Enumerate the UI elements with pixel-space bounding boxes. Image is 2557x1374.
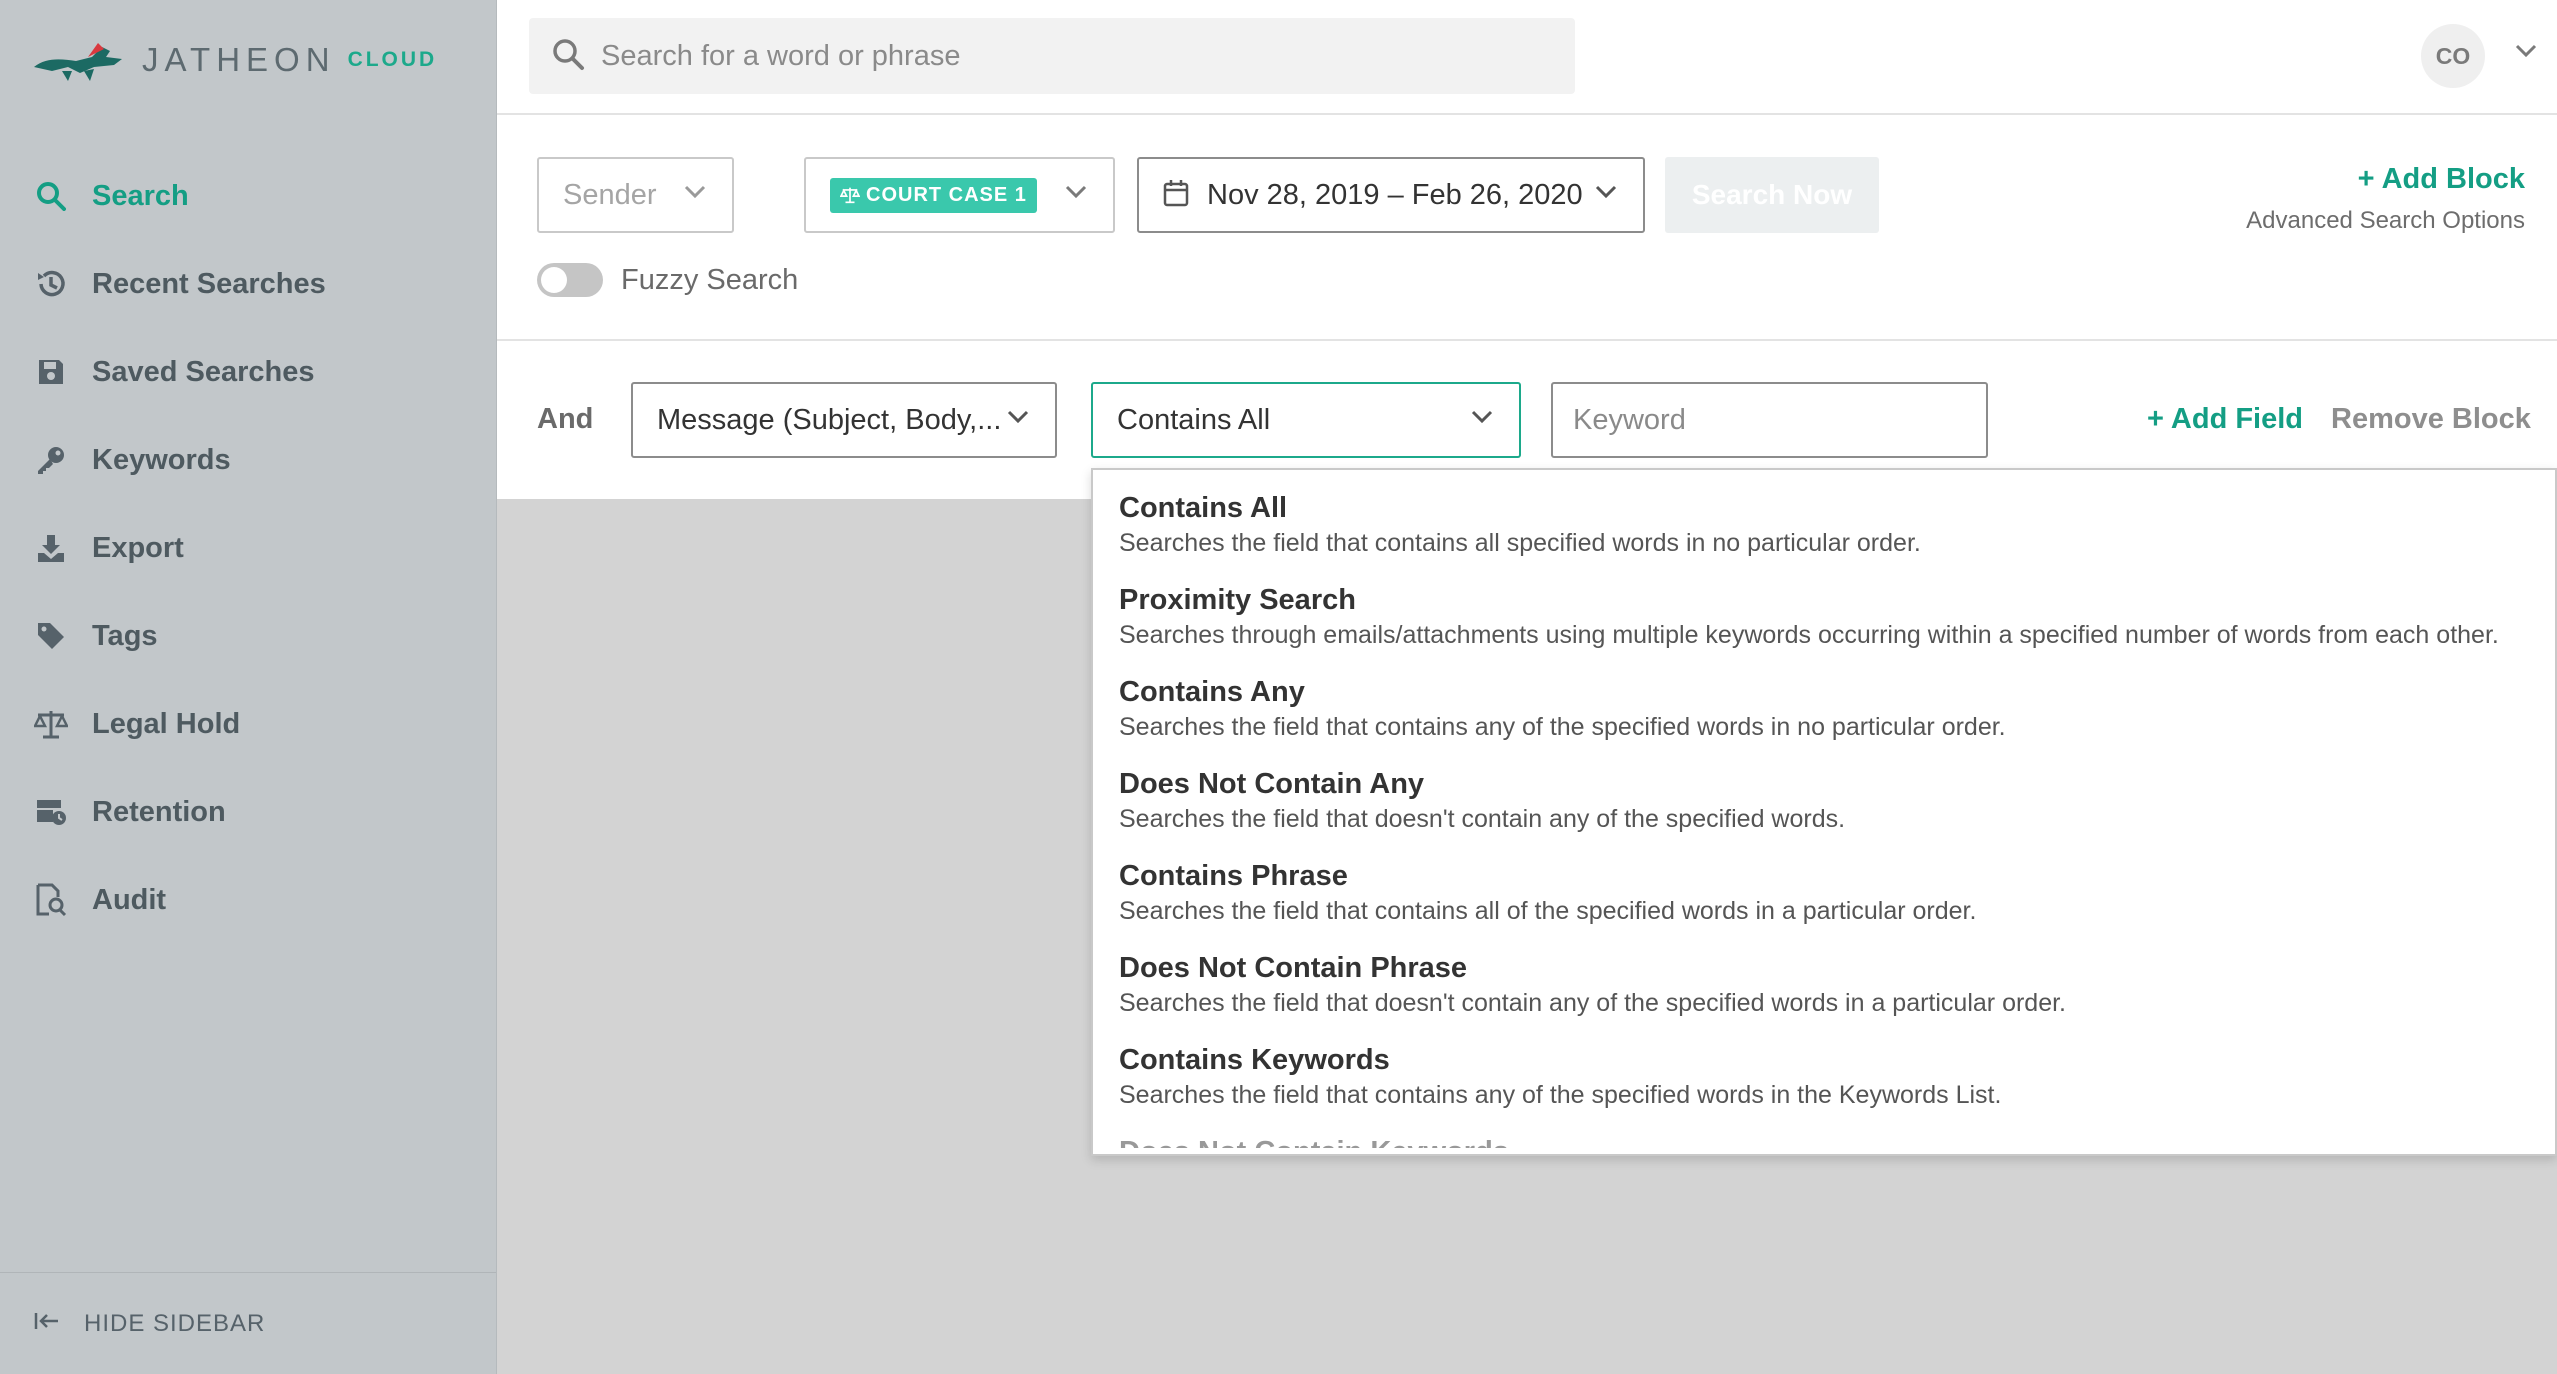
menu-item-description: Searches the field that doesn't contain … — [1119, 989, 2066, 1017]
global-search[interactable] — [529, 18, 1575, 94]
add-field-button[interactable]: + Add Field — [2147, 403, 2303, 436]
avatar[interactable]: CO — [2421, 24, 2485, 88]
menu-item-contains-phrase[interactable]: Contains Phrase Searches the field that … — [1093, 858, 2555, 950]
sidebar-item-label: Search — [92, 179, 189, 212]
filter-bar: Sender COURT CASE 1 Nov 28, 2019 – Feb 2… — [497, 115, 2557, 341]
sidebar-item-label: Keywords — [92, 443, 231, 476]
hide-sidebar-label: HIDE SIDEBAR — [84, 1309, 266, 1337]
sidebar-item-search[interactable]: Search — [0, 152, 496, 240]
sender-select-value: Sender — [563, 178, 657, 211]
sidebar-item-export[interactable]: Export — [0, 504, 496, 592]
menu-item-title: Contains Phrase — [1119, 860, 1348, 892]
condition-select[interactable]: Contains All — [1091, 382, 1521, 458]
menu-item-title: Contains All — [1119, 492, 1288, 524]
sidebar-item-tags[interactable]: Tags — [0, 592, 496, 680]
menu-item-contains-keywords[interactable]: Contains Keywords Searches the field tha… — [1093, 1042, 2555, 1134]
menu-item-contains-any[interactable]: Contains Any Searches the field that con… — [1093, 674, 2555, 766]
remove-block-button[interactable]: Remove Block — [2331, 403, 2531, 436]
sidebar-item-label: Saved Searches — [92, 355, 315, 388]
sidebar-item-label: Tags — [92, 619, 158, 652]
retention-icon — [34, 795, 68, 829]
tag-icon — [34, 619, 68, 653]
sidebar-item-keywords[interactable]: Keywords — [0, 416, 496, 504]
court-case-label: COURT CASE 1 — [866, 183, 1027, 206]
sidebar-item-label: Recent Searches — [92, 267, 326, 300]
top-bar: CO — [497, 0, 2557, 115]
advanced-search-options-link[interactable]: Advanced Search Options — [2246, 207, 2525, 235]
hide-sidebar-button[interactable]: HIDE SIDEBAR — [0, 1272, 496, 1374]
fuzzy-search-label: Fuzzy Search — [621, 263, 799, 296]
condition-select-value: Contains All — [1117, 403, 1271, 436]
sidebar-item-retention[interactable]: Retention — [0, 768, 496, 856]
field-select[interactable]: Message (Subject, Body,... — [631, 382, 1057, 458]
sidebar-item-label: Audit — [92, 883, 167, 916]
audit-icon — [34, 883, 68, 917]
global-search-input[interactable] — [601, 39, 1501, 73]
chevron-down-icon[interactable] — [2515, 44, 2537, 63]
menu-item-title: Does Not Contain Phrase — [1119, 952, 1468, 984]
brand-name: JATHEON — [142, 41, 336, 78]
sender-select[interactable]: Sender — [537, 157, 734, 233]
sidebar-nav: Search Recent Searches Saved Searches Ke… — [0, 152, 496, 944]
menu-item-description: Searches the field that contains all of … — [1119, 897, 1977, 925]
field-select-value: Message (Subject, Body,... — [657, 403, 1002, 436]
scale-icon — [840, 187, 860, 204]
alligator-logo-icon — [34, 43, 122, 81]
condition-dropdown-menu[interactable]: Contains All Searches the field that con… — [1091, 468, 2557, 1156]
chevron-down-icon — [1065, 185, 1087, 204]
sidebar-item-saved-searches[interactable]: Saved Searches — [0, 328, 496, 416]
key-icon — [34, 443, 68, 477]
sidebar-item-audit[interactable]: Audit — [0, 856, 496, 944]
sidebar-item-label: Retention — [92, 795, 226, 828]
menu-item-title: Contains Keywords — [1119, 1044, 1390, 1076]
save-icon — [34, 355, 68, 389]
sidebar-item-recent-searches[interactable]: Recent Searches — [0, 240, 496, 328]
menu-item-description: Searches the field that contains any of … — [1119, 713, 2006, 741]
chevron-down-icon — [1007, 410, 1029, 429]
chevron-down-icon — [1595, 185, 1617, 204]
calendar-icon — [1163, 179, 1189, 212]
brand-suffix: CLOUD — [347, 48, 438, 71]
menu-item-title: Contains Any — [1119, 676, 1305, 708]
menu-item-description: Searches the field that contains any of … — [1119, 1081, 2002, 1109]
date-range-select[interactable]: Nov 28, 2019 – Feb 26, 2020 — [1137, 157, 1645, 233]
sidebar-item-label: Legal Hold — [92, 707, 241, 740]
fuzzy-search-toggle[interactable]: Fuzzy Search — [537, 263, 798, 297]
court-case-badge: COURT CASE 1 — [830, 177, 1037, 213]
scale-icon — [34, 707, 68, 741]
menu-item-does-not-contain-phrase[interactable]: Does Not Contain Phrase Searches the fie… — [1093, 950, 2555, 1042]
court-case-select[interactable]: COURT CASE 1 — [804, 157, 1115, 233]
sidebar: JATHEON CLOUD Search Recent Searches Sav… — [0, 0, 497, 1374]
menu-item-does-not-contain-keywords[interactable]: Does Not Contain Keywords — [1093, 1134, 2555, 1148]
keyword-input[interactable] — [1551, 382, 1988, 458]
menu-item-contains-all[interactable]: Contains All Searches the field that con… — [1093, 490, 2555, 582]
menu-item-proximity-search[interactable]: Proximity Search Searches through emails… — [1093, 582, 2555, 674]
menu-item-title: Does Not Contain Any — [1119, 768, 1425, 800]
collapse-left-icon — [34, 1310, 60, 1337]
menu-item-does-not-contain-any[interactable]: Does Not Contain Any Searches the field … — [1093, 766, 2555, 858]
download-icon — [34, 531, 68, 565]
chevron-down-icon — [684, 185, 706, 204]
search-icon — [34, 179, 68, 213]
toggle-switch[interactable] — [537, 263, 603, 297]
menu-item-description: Searches the field that contains all spe… — [1119, 529, 1921, 557]
search-now-button[interactable]: Search Now — [1665, 157, 1879, 233]
sidebar-item-legal-hold[interactable]: Legal Hold — [0, 680, 496, 768]
block-operator: And — [537, 403, 594, 435]
menu-item-description: Searches through emails/attachments usin… — [1119, 621, 2499, 649]
menu-item-description: Searches the field that doesn't contain … — [1119, 805, 1846, 833]
chevron-down-icon — [1471, 410, 1493, 429]
menu-item-title: Proximity Search — [1119, 584, 1356, 616]
history-icon — [34, 267, 68, 301]
date-range-value: Nov 28, 2019 – Feb 26, 2020 — [1207, 178, 1583, 211]
add-block-button[interactable]: + Add Block — [2358, 163, 2525, 196]
sidebar-item-label: Export — [92, 531, 184, 564]
search-icon — [551, 37, 585, 76]
logo[interactable]: JATHEON CLOUD — [32, 34, 437, 86]
